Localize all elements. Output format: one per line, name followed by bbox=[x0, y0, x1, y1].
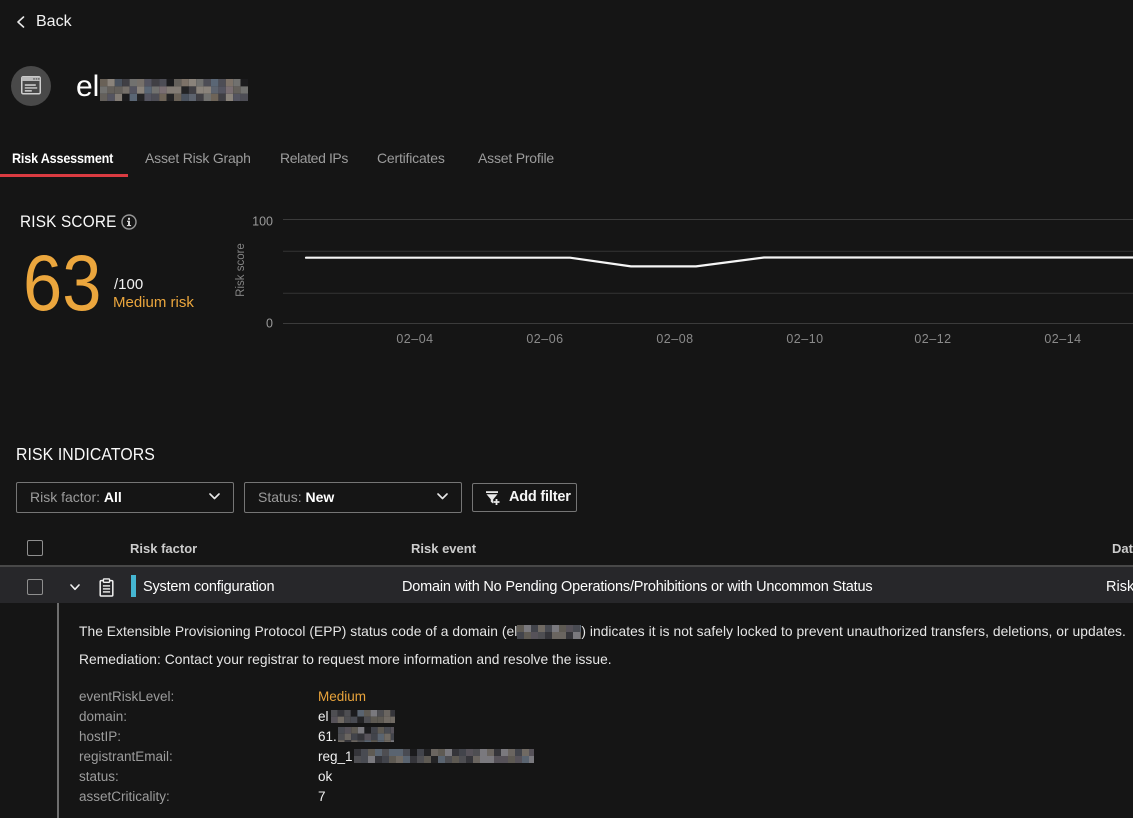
svg-text:02–12: 02–12 bbox=[914, 332, 951, 346]
svg-text:02–08: 02–08 bbox=[656, 332, 693, 346]
svg-text:02–06: 02–06 bbox=[526, 332, 563, 346]
svg-text:100: 100 bbox=[252, 215, 273, 229]
svg-text:0: 0 bbox=[266, 317, 273, 331]
svg-text:02–14: 02–14 bbox=[1044, 332, 1081, 346]
svg-text:02–04: 02–04 bbox=[396, 332, 433, 346]
svg-text:Risk score: Risk score bbox=[235, 243, 247, 297]
svg-text:02–10: 02–10 bbox=[786, 332, 823, 346]
